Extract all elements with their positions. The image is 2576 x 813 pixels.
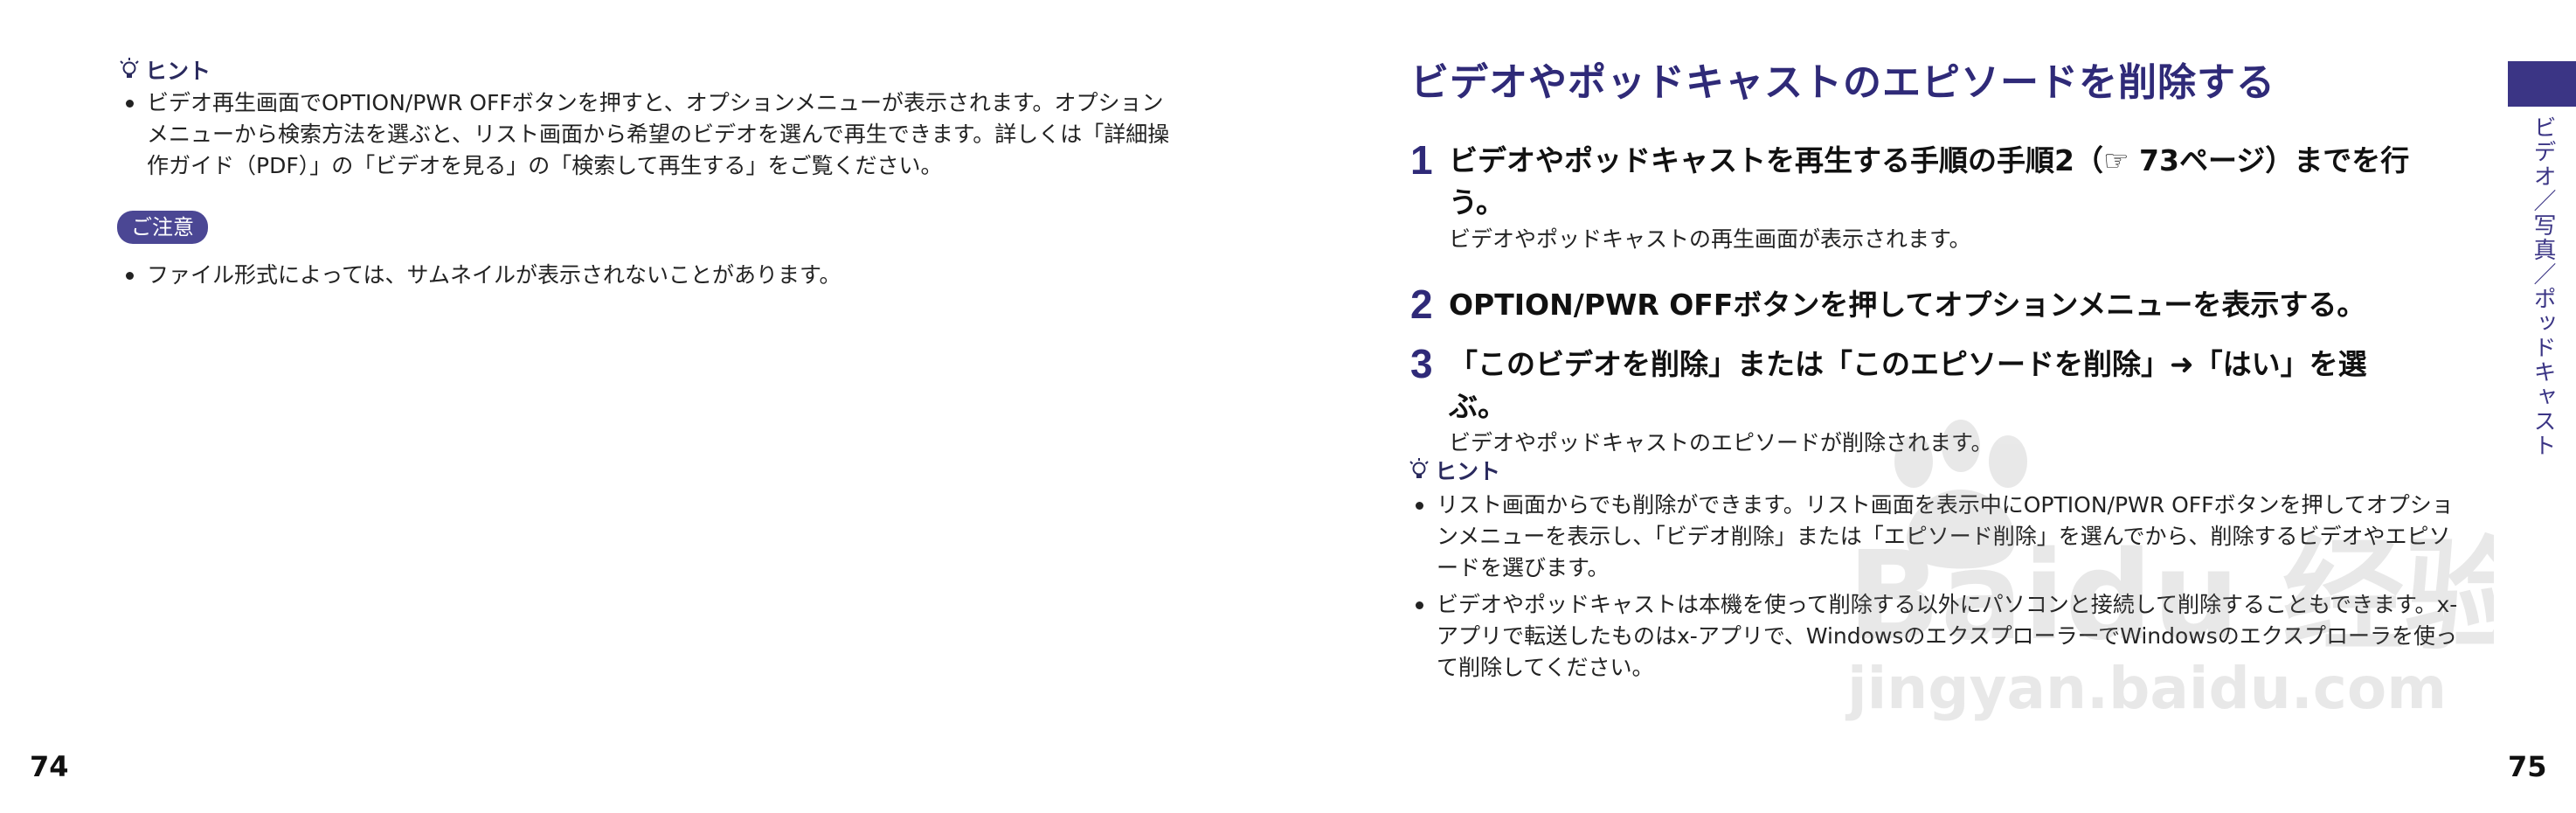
list-item: ビデオやポッドキャストは本機を使って削除する以外にパソコンと接続して削除すること… bbox=[1410, 589, 2459, 684]
section-tab bbox=[2508, 61, 2576, 107]
hint-label: ヒント bbox=[1435, 459, 1501, 484]
step-text: ビデオやポッドキャストを再生する手順の手順2（☞ 73ページ）までを行う。 bbox=[1449, 143, 2410, 219]
step-number: 3 bbox=[1410, 341, 1433, 386]
right-page: ビデオやポッドキャストのエピソードを削除する 1 ビデオやポッドキャストを再生す… bbox=[1288, 0, 2576, 813]
hint-list: リスト画面からでも削除ができます。リスト画面を表示中にOPTION/PWR OF… bbox=[1410, 490, 2459, 684]
step-text: 「このビデオを削除」または「このエピソードを削除」➜「はい」を選ぶ。 bbox=[1449, 347, 2367, 423]
hint-heading: ヒント bbox=[1409, 455, 1500, 486]
step-3: 3 「このビデオを削除」または「このエピソードを削除」➜「はい」を選ぶ。 ビデオ… bbox=[1410, 341, 2424, 459]
lightbulb-icon bbox=[1409, 458, 1429, 478]
list-item: ファイル形式によっては、サムネイルが表示されないことがあります。 bbox=[121, 260, 1178, 291]
hint-list: ビデオ再生画面でOPTION/PWR OFFボタンを押すと、オプションメニューが… bbox=[121, 87, 1178, 182]
caution-list: ファイル形式によっては、サムネイルが表示されないことがあります。 bbox=[121, 260, 1178, 291]
step-result: ビデオやポッドキャストのエピソードが削除されます。 bbox=[1449, 430, 1993, 455]
left-page: ヒント ビデオ再生画面でOPTION/PWR OFFボタンを押すと、オプションメ… bbox=[0, 0, 1288, 813]
list-item: ビデオ再生画面でOPTION/PWR OFFボタンを押すと、オプションメニューが… bbox=[121, 87, 1178, 182]
step-1: 1 ビデオやポッドキャストを再生する手順の手順2（☞ 73ページ）までを行う。 … bbox=[1410, 137, 2424, 255]
lightbulb-icon bbox=[120, 58, 139, 78]
step-result: ビデオやポッドキャストの再生画面が表示されます。 bbox=[1449, 226, 1971, 252]
list-item: リスト画面からでも削除ができます。リスト画面を表示中にOPTION/PWR OF… bbox=[1410, 490, 2459, 584]
hint-heading: ヒント bbox=[119, 54, 211, 86]
section-title: ビデオやポッドキャストのエピソードを削除する bbox=[1410, 60, 2275, 105]
step-number: 1 bbox=[1410, 137, 1433, 183]
caution-badge: ご注意 bbox=[117, 211, 208, 244]
section-side-label: ビデオ／写真／ポッドキャスト bbox=[2530, 115, 2556, 458]
page-number-right: 75 bbox=[2508, 750, 2547, 783]
step-2: 2 OPTION/PWR OFFボタンを押してオプションメニューを表示する。 bbox=[1410, 281, 2424, 327]
step-text: OPTION/PWR OFFボタンを押してオプションメニューを表示する。 bbox=[1449, 288, 2366, 322]
hint-label: ヒント bbox=[145, 59, 211, 84]
step-number: 2 bbox=[1410, 281, 1433, 327]
page-number-left: 74 bbox=[30, 750, 69, 783]
